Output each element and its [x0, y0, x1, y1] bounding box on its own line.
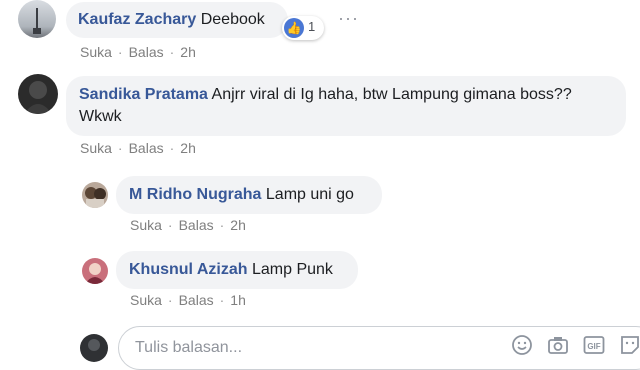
like-link[interactable]: Suka [130, 217, 162, 233]
reply-placeholder: Tulis balasan... [135, 339, 243, 356]
separator: · [117, 44, 123, 60]
gif-icon[interactable]: GIF [583, 334, 605, 356]
separator: · [169, 140, 175, 156]
reply-text: Lamp uni go [265, 186, 354, 203]
reaction-badge[interactable]: 👍 1 [282, 16, 324, 40]
svg-text:GIF: GIF [587, 342, 600, 351]
like-link[interactable]: Suka [80, 44, 112, 60]
avatar[interactable] [18, 74, 58, 114]
separator: · [219, 217, 225, 233]
comment-bubble: Kaufaz Zachary Deebook [66, 2, 288, 38]
reaction-count: 1 [308, 19, 316, 34]
reply-link[interactable]: Balas [129, 44, 164, 60]
timestamp[interactable]: 1h [230, 292, 246, 308]
separator: · [117, 140, 123, 156]
timestamp[interactable]: 2h [180, 44, 196, 60]
reply-input[interactable]: Tulis balasan... GIF [118, 326, 640, 370]
like-link[interactable]: Suka [80, 140, 112, 156]
reply-actions: Suka · Balas · 1h [130, 292, 246, 308]
comment-author[interactable]: Sandika Pratama [79, 86, 208, 103]
separator: · [219, 292, 225, 308]
reply-link[interactable]: Balas [129, 140, 164, 156]
like-link[interactable]: Suka [130, 292, 162, 308]
comment-actions: Suka · Balas · 2h [80, 44, 196, 60]
like-icon: 👍 [284, 18, 304, 38]
reply-author[interactable]: M Ridho Nugraha [129, 186, 261, 203]
avatar[interactable] [82, 182, 108, 208]
comment-author[interactable]: Kaufaz Zachary [78, 11, 196, 28]
camera-icon[interactable] [547, 334, 569, 356]
timestamp[interactable]: 2h [180, 140, 196, 156]
separator: · [167, 217, 173, 233]
reply-text: Lamp Punk [251, 261, 333, 278]
timestamp[interactable]: 2h [230, 217, 246, 233]
comment-text: Deebook [200, 11, 265, 28]
avatar [80, 334, 108, 362]
avatar[interactable] [18, 0, 56, 38]
reply-actions: Suka · Balas · 2h [130, 217, 246, 233]
comment-text-continued: Wkwk [79, 108, 122, 125]
comment-actions: Suka · Balas · 2h [80, 140, 196, 156]
separator: · [169, 44, 175, 60]
comment-text: Anjrr viral di Ig haha, btw Lampung gima… [211, 86, 572, 103]
comment-bubble: Sandika Pratama Anjrr viral di Ig haha, … [66, 76, 626, 136]
reply-bubble: M Ridho Nugraha Lamp uni go [116, 176, 382, 214]
smiley-icon[interactable] [511, 334, 533, 356]
reply-link[interactable]: Balas [179, 217, 214, 233]
separator: · [167, 292, 173, 308]
more-options-icon[interactable]: ··· [338, 8, 359, 29]
reply-link[interactable]: Balas [179, 292, 214, 308]
sticker-icon[interactable] [619, 334, 640, 356]
comment-line: Sandika Pratama Anjrr viral di Ig haha, … [79, 84, 613, 106]
reply-bubble: Khusnul Azizah Lamp Punk [116, 251, 358, 289]
reply-author[interactable]: Khusnul Azizah [129, 261, 248, 278]
avatar[interactable] [82, 258, 108, 284]
